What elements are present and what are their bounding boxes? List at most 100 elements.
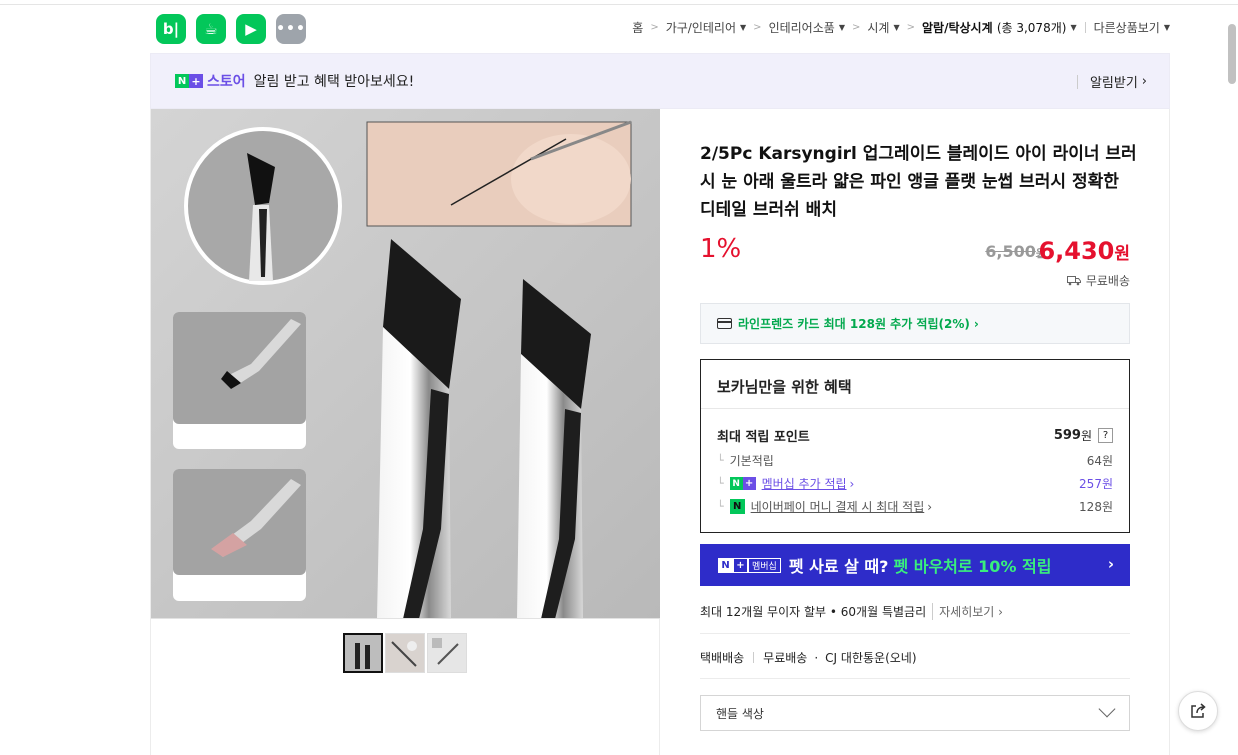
breadcrumb-count: (총 3,078개) [996,21,1067,35]
membership-points-value: 257원 [1079,477,1113,491]
delivery-type: 택배배송 [700,651,745,665]
breadcrumb-home[interactable]: 홈 [632,19,643,36]
chevron-right-icon: › [1141,74,1147,89]
max-points-value: 599 원? [1054,427,1113,444]
caret-down-icon: ▼ [893,23,900,32]
chevron-down-icon [1098,700,1116,718]
caret-down-icon: ▼ [838,23,845,32]
content-border [1169,109,1170,755]
app-shortcuts: b| ☕ ▶ ••• [156,14,306,44]
basic-points-value: 64원 [1086,454,1113,468]
shipping-info: 무료배송 [1066,272,1130,289]
pet-banner-text: 펫 사료 살 때? [788,557,889,576]
card-offer-link[interactable]: 라인프렌즈 카드 최대 128원 추가 적립(2%) › [700,303,1130,344]
chevron-right-icon: › [849,476,855,491]
breadcrumb-divider [1084,22,1086,33]
plus-icon: + [742,477,756,490]
chevron-right-icon: › [927,499,933,514]
chevron-right-icon: › [1107,555,1114,573]
max-points-unit: 원 [1080,429,1092,443]
tree-branch-icon: └ [717,500,724,513]
plus-icon: + [189,74,203,88]
thumbnail-2[interactable] [385,633,425,673]
cafe-app-icon[interactable]: ☕ [196,14,226,44]
store-notification-banner: N + 스토어 알림 받고 혜택 받아보세요! 알림받기 › [150,53,1170,109]
dot-separator-icon: · [814,650,819,665]
installment-text: 최대 12개월 무이자 할부 • 60개월 특별금리 [700,605,927,619]
pet-voucher-banner[interactable]: N + 멤버십 펫 사료 살 때? 펫 바우처로 10% 적립 › [700,544,1130,586]
other-products-label: 다른상품보기 [1093,21,1160,35]
naver-n-icon: N [175,74,189,88]
breadcrumb: 홈 > 가구/인테리어 ▼ > 인테리어소품 ▼ > 시계 ▼ > 알람/탁상시계 (… [632,19,1170,36]
help-icon[interactable]: ? [1098,428,1113,443]
naver-plus-store-logo: N + 스토어 [175,71,246,91]
benefit-panel: 보카님만을 위한 혜택 최대 적립 포인트 599 원? └ 기본적립 64원 └ N… [700,359,1130,533]
original-price: 6,500원 [985,242,1046,261]
naver-n-icon: N [718,557,733,573]
naverpay-points-value: 128원 [1079,500,1113,514]
sale-price-value: 6,430 [1038,237,1115,265]
plus-icon: + [733,557,748,573]
top-divider [0,4,1238,5]
installment-info: 최대 12개월 무이자 할부 • 60개월 특별금리 자세히보기 › [700,603,1003,620]
naverpay-points-link[interactable]: 네이버페이 머니 결제 시 최대 적립 [751,498,925,515]
basic-points-row: └ 기본적립 64원 [717,452,1113,469]
delivery-separator [753,652,755,663]
delivery-fee: 무료배송 [763,651,808,665]
detail-label: 자세히보기 [939,605,995,619]
notify-button[interactable]: 알림받기 › [1076,72,1147,91]
breadcrumb-alarm-clock[interactable]: 알람/탁상시계 (총 3,078개) ▼ [922,19,1077,36]
membership-points-row: └ N + 멤버십 추가 적립 › 257원 [717,475,1113,492]
more-apps-icon[interactable]: ••• [276,14,306,44]
naver-app-icon[interactable]: ▶ [236,14,266,44]
delivery-info: 택배배송 무료배송 · CJ 대한통운(오네) [700,649,917,666]
pet-banner-highlight: 펫 바우처로 10% 적립 [893,557,1052,576]
breadcrumb-label: 알람/탁상시계 [922,21,993,35]
handle-color-label: 핸들 색상 [716,706,764,721]
shipping-label: 무료배송 [1085,274,1130,288]
brush-photo [151,109,660,618]
membership-tag: N + 멤버십 [718,557,781,573]
breadcrumb-interior[interactable]: 인테리어소품 ▼ [769,19,845,36]
max-points-label: 최대 적립 포인트 [717,430,810,445]
credit-card-icon [717,318,732,329]
blog-app-icon[interactable]: b| [156,14,186,44]
thumbnail-image [386,634,424,672]
sale-price: 6,430원 [1038,237,1130,265]
breadcrumb-furniture[interactable]: 가구/인테리어 ▼ [666,19,746,36]
thumbnail-3[interactable] [427,633,467,673]
thumbnail-strip [343,633,467,673]
breadcrumb-label: 인테리어소품 [768,21,835,35]
original-price-value: 6,500 [985,242,1036,261]
breadcrumb-clock[interactable]: 시계 ▼ [867,19,899,36]
page-scrollbar[interactable] [1228,24,1236,84]
breadcrumb-separator-icon: > [906,22,915,33]
max-points-number: 599 [1053,428,1081,443]
caret-down-icon: ▼ [740,23,747,32]
product-title: 2/5Pc Karsyngirl 업그레이드 블레이드 아이 라이너 브러시 눈… [700,144,1137,220]
product-main-image[interactable] [151,109,660,619]
discount-rate: 1% [700,234,742,264]
breadcrumb-separator-icon: > [753,22,762,33]
max-points-row: 최대 적립 포인트 599 원? [717,426,1113,445]
divider [700,678,1130,679]
card-offer-text: 라인프렌즈 카드 최대 128원 추가 적립(2%) [738,317,970,331]
caret-down-icon: ▼ [1070,23,1077,32]
thumbnail-1[interactable] [343,633,383,673]
delivery-carrier: CJ 대한통운(오네) [825,651,917,665]
membership-points-link[interactable]: 멤버십 추가 적립 [762,475,847,492]
breadcrumb-label: 가구/인테리어 [665,21,737,35]
membership-tag-label: 멤버십 [748,557,781,573]
other-products-dropdown[interactable]: 다른상품보기 ▼ [1094,19,1170,36]
tree-branch-icon: └ [717,477,724,490]
benefit-title: 보카님만을 위한 혜택 [701,360,1129,409]
naverpay-icon: N [729,499,745,514]
handle-color-select[interactable]: 핸들 색상 [700,695,1130,731]
breadcrumb-label: 시계 [867,21,890,35]
notify-label: 알림받기 [1089,76,1138,91]
share-icon [1191,703,1206,718]
breadcrumb-separator-icon: > [650,22,659,33]
basic-points-label: 기본적립 [729,454,774,468]
installment-detail-link[interactable]: 자세히보기 › [932,603,1003,620]
share-button[interactable] [1178,691,1218,731]
